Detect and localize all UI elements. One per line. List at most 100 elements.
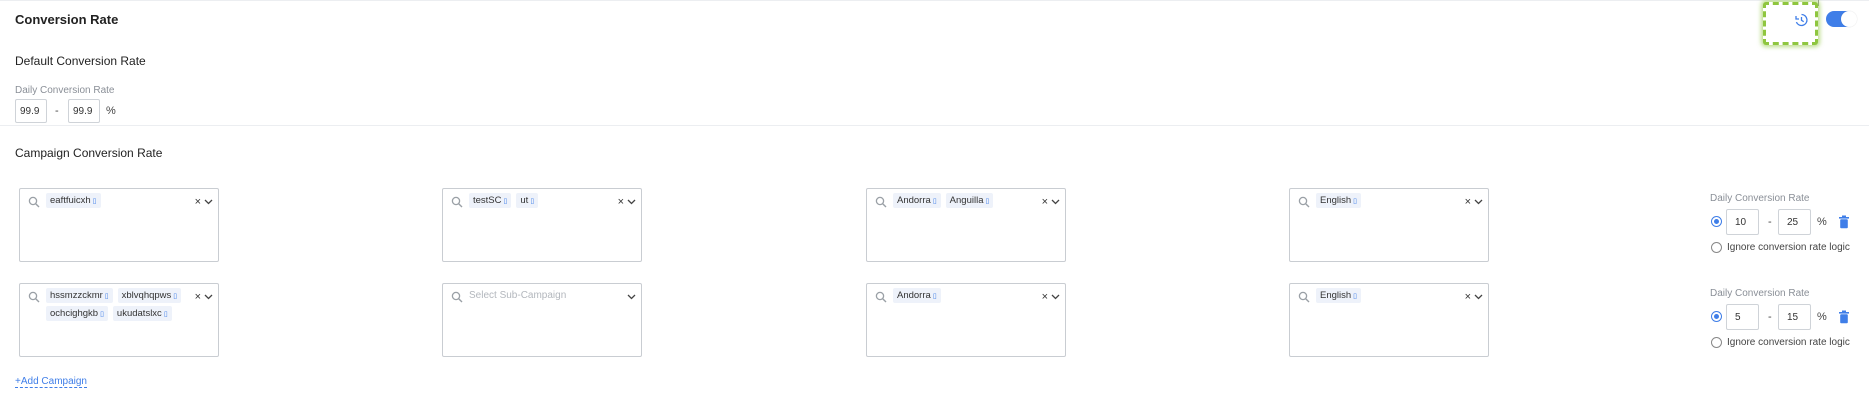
chevron-down-icon[interactable] [1474,294,1483,300]
selected-chips: testSC ▯ ut ▯ [469,193,617,208]
ignore-radio[interactable] [1711,242,1722,253]
search-icon [451,196,463,208]
chip-label: ut [520,195,529,206]
chevron-down-icon[interactable] [1474,199,1483,205]
chip-remove-icon[interactable]: ▯ [933,293,937,300]
chip-remove-icon[interactable]: ▯ [933,198,937,205]
rate-max-input[interactable]: 25 [1778,209,1811,235]
search-icon [1298,196,1310,208]
chip-remove-icon[interactable]: ▯ [100,311,104,318]
add-campaign-link[interactable]: +Add Campaign [15,376,87,388]
selected-chip: ut ▯ [516,193,539,208]
clear-icon[interactable]: × [618,196,624,208]
chip-remove-icon[interactable]: ▯ [93,198,97,205]
rate-max-input[interactable]: 15 [1778,304,1811,330]
conversion-rate-panel: Conversion Rate Default Conversion Rate … [0,0,1869,407]
chip-label: testSC [473,195,502,206]
rate-label: Daily Conversion Rate [1710,193,1810,204]
language-select[interactable]: English ▯ × [1289,283,1489,357]
search-icon [1298,291,1310,303]
search-icon [28,196,40,208]
search-icon [28,291,40,303]
chip-remove-icon[interactable]: ▯ [173,293,177,300]
selected-chip: Andorra ▯ [893,288,941,303]
chevron-down-icon[interactable] [1051,294,1060,300]
language-select[interactable]: English ▯ × [1289,188,1489,262]
rate-min-input[interactable]: 5 [1726,304,1759,330]
default-percent-unit: % [106,105,116,117]
chip-remove-icon[interactable]: ▯ [105,293,109,300]
search-icon [451,291,463,303]
selected-chip: xblvqhqpws ▯ [117,288,182,303]
selected-chips: Andorra ▯ [893,288,1041,303]
clear-icon[interactable]: × [195,196,201,208]
sub-campaign-select[interactable]: testSC ▯ ut ▯ × [442,188,642,262]
ignore-rate-label: Ignore conversion rate logic [1727,242,1850,253]
selected-chip: Andorra ▯ [893,193,941,208]
selected-chips: English ▯ [1316,288,1464,303]
default-min-input[interactable]: 99.9 [15,99,47,123]
rate-percent-unit: % [1817,216,1827,228]
clear-icon[interactable]: × [1465,196,1471,208]
clear-icon[interactable]: × [1042,291,1048,303]
chip-remove-icon[interactable]: ▯ [530,198,534,205]
selected-chip: ochcighgkb ▯ [46,306,108,321]
chip-label: English [1320,195,1352,206]
range-radio[interactable] [1711,311,1722,322]
tooltip-pointer [1818,0,1819,6]
chip-label: Andorra [897,195,931,206]
chevron-down-icon[interactable] [204,294,213,300]
range-radio[interactable] [1711,216,1722,227]
search-icon [875,291,887,303]
ignore-radio[interactable] [1711,337,1722,348]
clear-icon[interactable]: × [195,291,201,303]
selected-chip: testSC ▯ [469,193,512,208]
toggle-knob [1841,11,1857,27]
rate-range-dash: - [1768,311,1772,323]
selected-chip: English ▯ [1316,193,1362,208]
campaign-rate-heading: Campaign Conversion Rate [15,146,163,160]
default-max-input[interactable]: 99.9 [68,99,100,123]
chevron-down-icon[interactable] [627,199,636,205]
selected-chip: Anguilla ▯ [945,193,994,208]
trash-icon[interactable] [1838,310,1850,324]
history-button[interactable] [1763,2,1818,45]
rate-percent-unit: % [1817,311,1827,323]
chip-label: xblvqhqpws [121,290,172,301]
search-icon [875,196,887,208]
chevron-down-icon[interactable] [1051,199,1060,205]
chip-remove-icon[interactable]: ▯ [1353,293,1357,300]
chevron-down-icon[interactable] [204,199,213,205]
chip-remove-icon[interactable]: ▯ [985,198,989,205]
chevron-down-icon[interactable] [627,294,636,300]
chip-label: ochcighgkb [50,308,99,319]
country-select[interactable]: Andorra ▯ × [866,283,1066,357]
feature-toggle[interactable] [1826,11,1857,27]
selected-chip: English ▯ [1316,288,1362,303]
section-divider [0,125,1869,126]
selected-chips: eaftfuicxh ▯ [46,193,194,208]
select-placeholder: Select Sub-Campaign [469,290,567,301]
ignore-rate-label: Ignore conversion rate logic [1727,337,1850,348]
chip-remove-icon[interactable]: ▯ [504,198,508,205]
sub-campaign-select[interactable]: Select Sub-Campaign [442,283,642,357]
trash-icon[interactable] [1838,215,1850,229]
clear-icon[interactable]: × [1465,291,1471,303]
history-icon [1795,13,1808,27]
clear-icon[interactable]: × [1042,196,1048,208]
selected-chip: ukudatslxc ▯ [112,306,172,321]
selected-chips: Andorra ▯ Anguilla ▯ [893,193,1041,208]
chip-remove-icon[interactable]: ▯ [164,311,168,318]
country-select[interactable]: Andorra ▯ Anguilla ▯ × [866,188,1066,262]
rate-range-dash: - [1768,216,1772,228]
chip-remove-icon[interactable]: ▯ [1353,198,1357,205]
page-title: Conversion Rate [15,12,119,27]
rate-min-input[interactable]: 10 [1726,209,1759,235]
top-border [0,0,1869,1]
campaign-select[interactable]: hssmzzckmr ▯ xblvqhqpws ▯ ochcighgkb ▯ ukudats… [19,283,219,357]
campaign-select[interactable]: eaftfuicxh ▯ × [19,188,219,262]
selected-chip: eaftfuicxh ▯ [46,193,101,208]
rate-label: Daily Conversion Rate [1710,288,1810,299]
selected-chip: hssmzzckmr ▯ [46,288,113,303]
default-rate-label: Daily Conversion Rate [15,85,115,96]
